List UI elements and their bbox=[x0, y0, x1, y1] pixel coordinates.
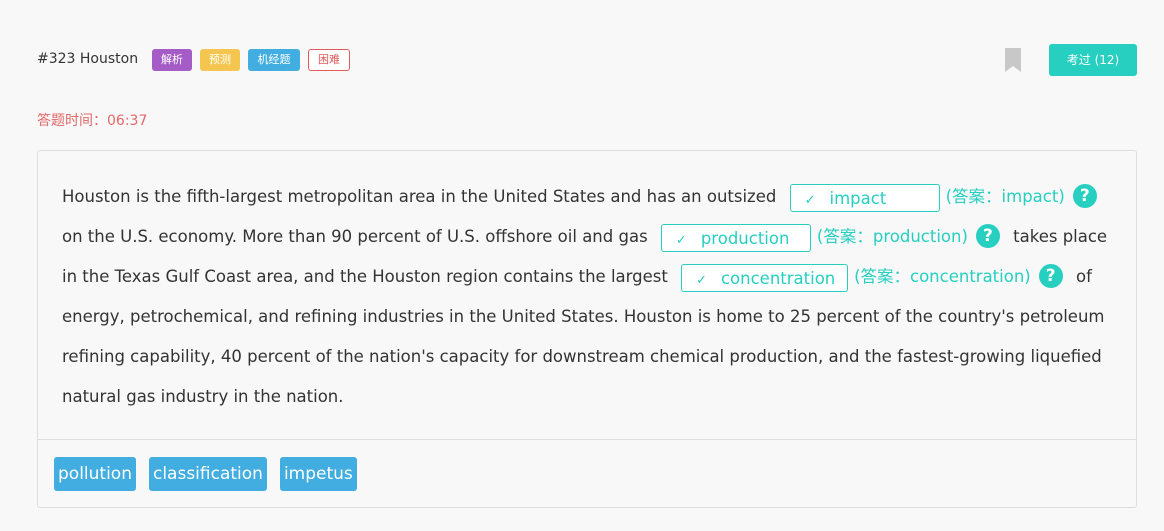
blank-3[interactable]: ✓ concentration bbox=[681, 263, 849, 292]
option-bank: pollution classification impetus bbox=[54, 457, 370, 491]
help-icon[interactable]: ? bbox=[1072, 183, 1097, 208]
tag-machine-exam[interactable]: 机经题 bbox=[248, 49, 300, 71]
check-icon: ✓ bbox=[804, 192, 816, 208]
option-impetus[interactable]: impetus bbox=[279, 457, 357, 491]
answer-timer: 答题时间：06:37 bbox=[37, 110, 147, 130]
tag-analysis[interactable]: 解析 bbox=[152, 49, 192, 71]
help-icon[interactable]: ? bbox=[975, 223, 1000, 248]
tag-prediction[interactable]: 预测 bbox=[200, 49, 240, 71]
help-icon[interactable]: ? bbox=[1038, 263, 1063, 288]
blank-2[interactable]: ✓ production bbox=[660, 223, 811, 252]
answer-1: (答案：impact) bbox=[945, 187, 1065, 206]
timer-value: 06:37 bbox=[107, 113, 148, 129]
blank-2-value: production bbox=[700, 228, 790, 248]
passage-text: on the U.S. economy. More than 90 percen… bbox=[62, 227, 648, 246]
answer-3: (答案：concentration) bbox=[854, 267, 1031, 286]
passage: Houston is the fifth-largest metropolita… bbox=[62, 177, 1116, 417]
divider bbox=[38, 439, 1136, 440]
timer-label: 答题时间： bbox=[37, 113, 107, 129]
question-card: Houston is the fifth-largest metropolita… bbox=[37, 150, 1137, 508]
question-header: #323 Houston 解析 预测 机经题 困难 考过 (12) bbox=[37, 44, 1137, 76]
option-pollution[interactable]: pollution bbox=[54, 457, 136, 491]
bookmark-icon[interactable] bbox=[1005, 48, 1021, 72]
answer-2: (答案：production) bbox=[816, 227, 968, 246]
check-icon: ✓ bbox=[696, 272, 707, 288]
question-title: #323 Houston bbox=[37, 51, 139, 67]
blank-3-value: concentration bbox=[720, 268, 836, 288]
option-classification[interactable]: classification bbox=[148, 457, 267, 491]
passage-text: of energy, petrochemical, and refining i… bbox=[62, 267, 1105, 406]
exam-count-button[interactable]: 考过 (12) bbox=[1049, 44, 1137, 76]
tag-difficulty: 困难 bbox=[308, 49, 350, 71]
check-icon: ✓ bbox=[675, 232, 687, 248]
blank-1-value: impact bbox=[829, 188, 887, 208]
blank-1[interactable]: ✓ impact bbox=[789, 183, 940, 212]
passage-text: Houston is the fifth-largest metropolita… bbox=[62, 187, 777, 206]
